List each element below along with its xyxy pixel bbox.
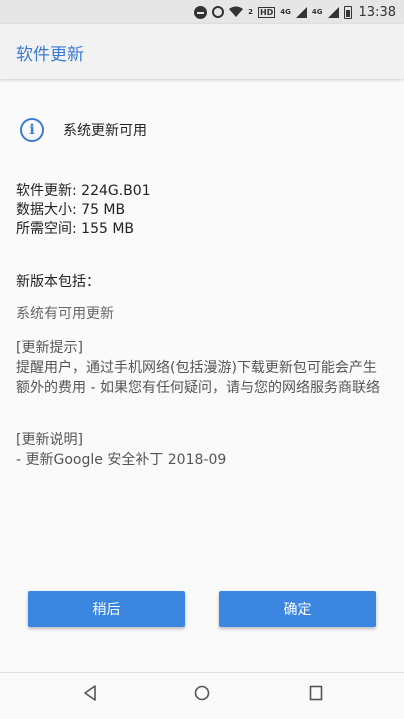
wifi-icon — [229, 6, 244, 18]
network-type-label-1: 4G — [280, 8, 291, 16]
app-bar: 软件更新 — [0, 24, 404, 79]
sim-label: 2 — [248, 8, 253, 16]
later-button[interactable]: 稍后 — [28, 591, 185, 627]
confirm-button[interactable]: 确定 — [219, 591, 376, 627]
required-space: 所需空间: 155 MB — [16, 221, 135, 237]
data-size: 数据大小: 75 MB — [16, 202, 126, 218]
home-icon[interactable] — [194, 685, 210, 705]
recents-icon[interactable] — [309, 685, 323, 705]
back-icon[interactable] — [83, 685, 97, 705]
alarm-icon — [212, 6, 225, 18]
signal-icon — [295, 6, 307, 18]
whats-new-summary: 系统有可用更新 — [16, 306, 114, 322]
do-not-disturb-icon — [194, 5, 208, 19]
notes-item: - 更新Google 安全补丁 2018-09 — [16, 452, 227, 468]
hd-badge: HD — [257, 6, 276, 18]
status-icons: 2 HD 4G 4G 13:38 — [194, 0, 396, 24]
notes-heading: [更新说明] — [16, 432, 83, 448]
notice-body: 提醒用户，通过手机网络(包括漫游)下载更新包可能会产生额外的费用 - 如果您有任… — [16, 360, 380, 396]
update-status-row: i 系统更新可用 — [20, 118, 147, 142]
network-type-label-2: 4G — [311, 8, 323, 16]
whats-new-heading: 新版本包括： — [16, 274, 100, 290]
status-time: 13:38 — [358, 4, 396, 20]
info-icon: i — [20, 118, 44, 142]
status-bar: 2 HD 4G 4G 13:38 — [0, 0, 404, 24]
signal-icon-2 — [327, 6, 339, 18]
software-version: 软件更新: 224G.B01 — [16, 183, 151, 199]
page-title: 软件更新 — [16, 45, 84, 65]
navigation-bar — [0, 672, 404, 719]
battery-icon — [343, 5, 352, 19]
notice-heading: [更新提示] — [16, 340, 83, 356]
update-status-text: 系统更新可用 — [63, 123, 147, 139]
